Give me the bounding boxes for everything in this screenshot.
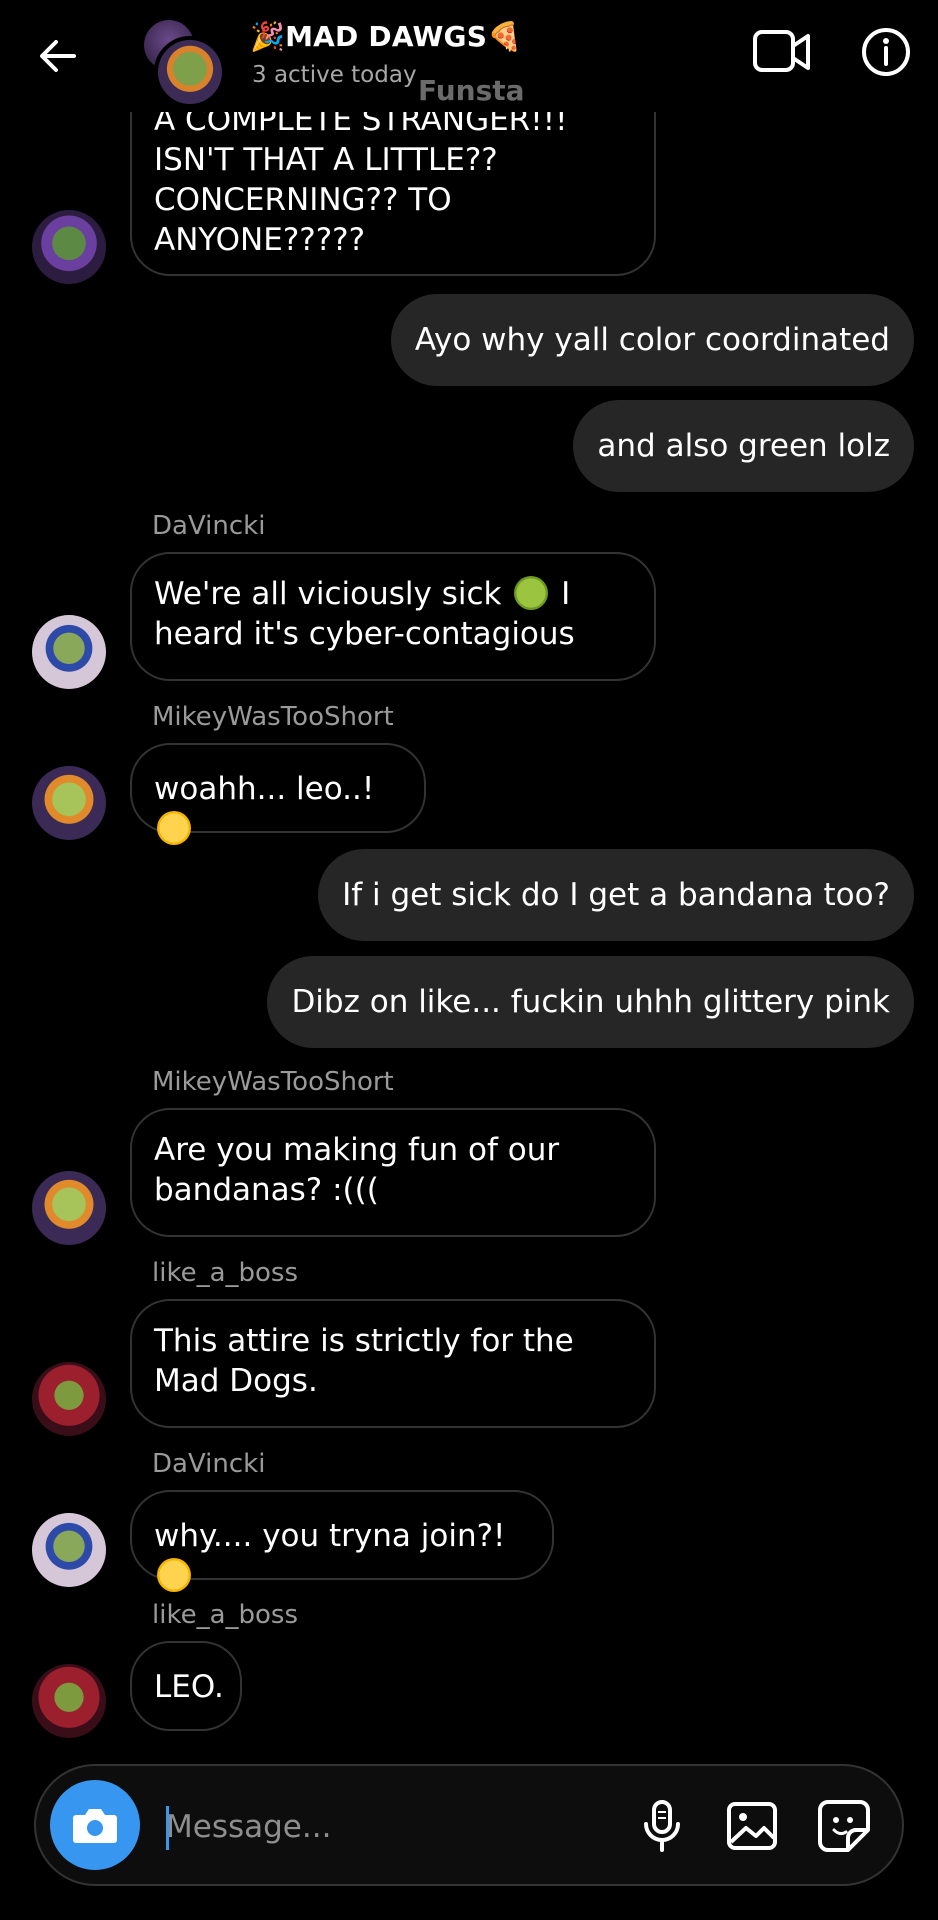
avatar-sender[interactable] [32, 1171, 106, 1245]
voice-message-button[interactable] [634, 1798, 690, 1854]
sticker-icon [818, 1800, 870, 1852]
arrow-left-icon [40, 40, 76, 72]
message-bubble-incoming[interactable]: woahh... leo..! [130, 743, 426, 845]
sender-name: MikeyWasTooShort [152, 1067, 394, 1097]
message-text: Ayo why yall color coordinated [414, 322, 890, 358]
face-with-monocle-icon [157, 1558, 191, 1592]
message-text: why.... you tryna join?! [154, 1516, 530, 1596]
message-text: If i get sick do I get a bandana too? [342, 877, 890, 913]
message-bubble-incoming[interactable]: why.... you tryna join?! [130, 1490, 554, 1592]
message-text: LEO. [154, 1669, 224, 1705]
faded-label: Funsta [418, 74, 525, 107]
message-bubble-outgoing[interactable]: Dibz on like... fuckin uhhh glittery pin… [267, 956, 914, 1048]
active-status: 3 active today [252, 62, 417, 88]
back-button[interactable] [30, 28, 86, 84]
sticker-button[interactable] [816, 1798, 872, 1854]
message-text: A COMPLETE STRANGER!!! ISN'T THAT A LITT… [154, 102, 568, 258]
group-title[interactable]: 🎉MAD DAWGS🍕 [250, 20, 522, 53]
message-text: This attire is strictly for the Mad Dogs… [154, 1323, 574, 1399]
message-bubble-incoming[interactable]: This attire is strictly for the Mad Dogs… [130, 1299, 656, 1428]
image-icon [727, 1802, 777, 1850]
message-bubble-outgoing[interactable]: Ayo why yall color coordinated [390, 294, 914, 386]
nauseated-face-icon [514, 576, 549, 610]
message-input[interactable] [164, 1790, 638, 1864]
group-avatar-front [154, 36, 226, 108]
message-bubble-incoming[interactable]: Are you making fun of our bandanas? :((( [130, 1108, 656, 1237]
message-bubble-incoming[interactable]: We're all viciously sick I heard it's cy… [130, 552, 656, 681]
sender-name: MikeyWasTooShort [152, 702, 394, 732]
info-button[interactable] [860, 26, 912, 78]
video-call-button[interactable] [752, 26, 812, 78]
group-avatar[interactable] [140, 16, 230, 108]
video-camera-icon [753, 30, 810, 72]
avatar-sender[interactable] [32, 210, 106, 284]
sender-name: like_a_boss [152, 1258, 299, 1288]
message-text: woahh... leo..! [154, 769, 402, 849]
camera-button[interactable] [50, 1780, 140, 1870]
chat-header: 🎉MAD DAWGS🍕 3 active today Funsta [0, 0, 938, 112]
sender-name: DaVincki [152, 1449, 266, 1479]
astonished-face-icon [157, 811, 191, 845]
sender-name: DaVincki [152, 511, 266, 541]
message-bubble-outgoing[interactable]: If i get sick do I get a bandana too? [318, 849, 914, 941]
microphone-icon [644, 1800, 680, 1852]
avatar-sender[interactable] [32, 766, 106, 840]
message-text: and also green lolz [597, 428, 890, 464]
message-composer [34, 1764, 904, 1886]
message-bubble-outgoing[interactable]: and also green lolz [573, 400, 914, 492]
avatar-sender[interactable] [32, 1664, 106, 1738]
info-icon [862, 28, 910, 76]
message-text: Are you making fun of our bandanas? :((( [154, 1132, 560, 1208]
message-bubble-incoming[interactable]: LEO. [130, 1641, 242, 1731]
avatar-sender[interactable] [32, 615, 106, 689]
avatar-sender[interactable] [32, 1513, 106, 1587]
sender-name: like_a_boss [152, 1600, 299, 1630]
message-text: We're all viciously sick I heard it's cy… [154, 576, 575, 652]
message-text: Dibz on like... fuckin uhhh glittery pin… [291, 984, 890, 1020]
avatar-sender[interactable] [32, 1362, 106, 1436]
camera-icon [73, 1809, 117, 1843]
gallery-button[interactable] [724, 1798, 780, 1854]
